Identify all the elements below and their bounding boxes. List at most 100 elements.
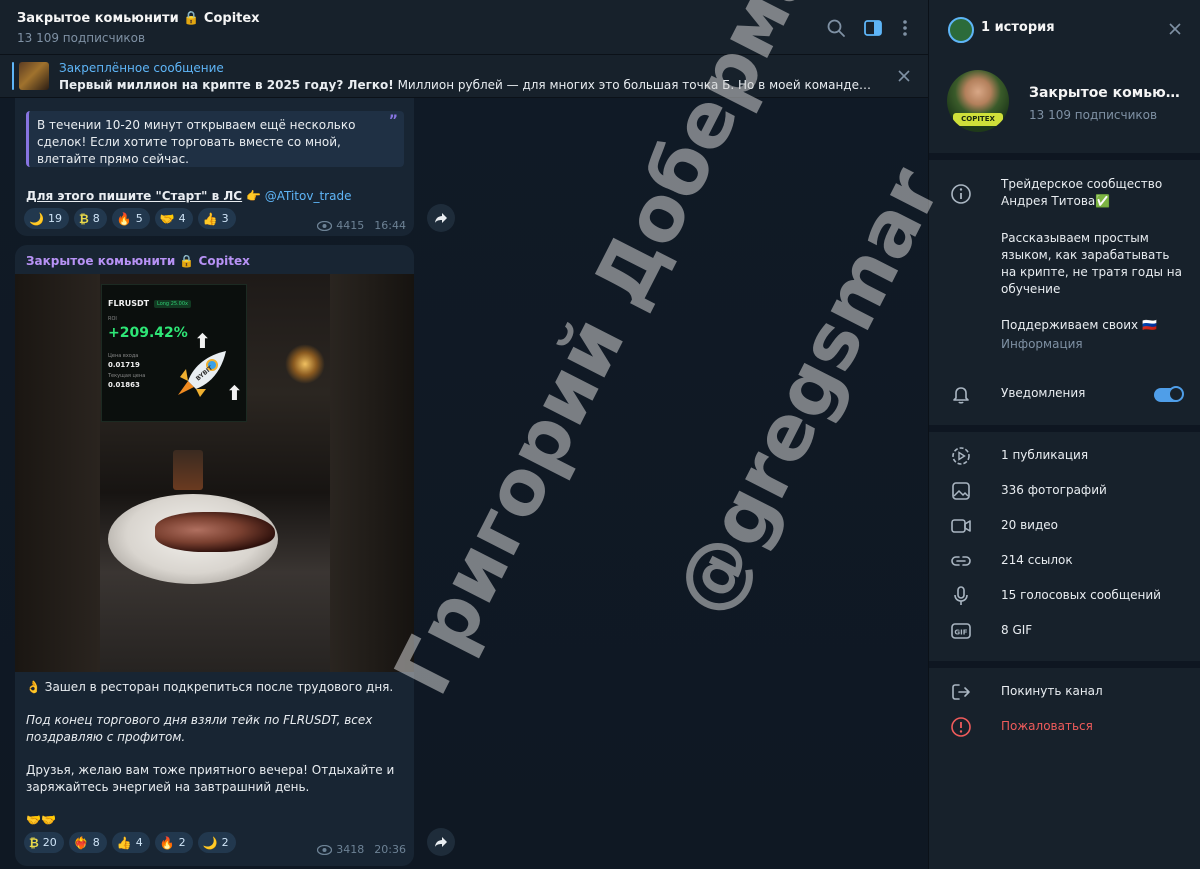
pinned-thumbnail — [19, 62, 49, 90]
channel-avatar[interactable]: COPITEX — [947, 70, 1009, 132]
pinned-text: Первый миллион на крипте в 2025 году? Ле… — [59, 78, 871, 92]
handshake-emoji-line: 🤝🤝 — [26, 813, 56, 827]
channel-info-panel: 1 история COPITEX Закрытое комьюнити 🔒 C… — [928, 0, 1200, 869]
reaction-fire[interactable]: 🔥 2 — [154, 832, 193, 853]
stat-row-gif[interactable]: GIF 8 GIF — [929, 614, 1200, 648]
message-cta: Для этого пишите "Старт" в ЛС 👉 @ATitov_… — [26, 189, 351, 203]
current-label: Текущая цена — [108, 373, 146, 379]
message-author[interactable]: Закрытое комьюнити 🔒 Copitex — [26, 254, 250, 268]
bell-icon — [950, 383, 972, 405]
reaction-count: 4 — [135, 836, 143, 849]
message-meta: 4415 16:44 — [317, 219, 406, 232]
handshake-icon: 🤝 — [159, 211, 175, 226]
microphone-icon — [950, 585, 972, 607]
reaction-thumbs-up[interactable]: 👍 4 — [111, 832, 150, 853]
sidebar-toggle-icon[interactable] — [863, 18, 883, 38]
stat-label: 8 GIF — [1001, 623, 1033, 637]
reaction-count: 3 — [221, 212, 229, 225]
notifications-toggle[interactable] — [1154, 386, 1184, 402]
report-icon — [950, 716, 972, 738]
stat-row-videos[interactable]: 20 видео — [929, 509, 1200, 543]
thumbs-up-icon: 👍 — [116, 835, 132, 850]
message-photo[interactable]: FLRUSDT Long 25.00x ROI +209.42% Цена вх… — [15, 274, 414, 672]
stat-row-voice[interactable]: 15 голосовых сообщений — [929, 579, 1200, 613]
wine-glass — [173, 450, 203, 490]
fire-icon: 🔥 — [116, 211, 132, 226]
svg-text:GIF: GIF — [954, 629, 967, 637]
message-text-paragraph: Друзья, желаю вам тоже приятного вечера!… — [26, 763, 395, 794]
pointing-icon: 👉 — [245, 189, 261, 203]
story-icon[interactable] — [948, 17, 974, 43]
message-bubble[interactable]: Закрытое комьюнити 🔒 Copitex FLRUSDT Lon… — [15, 245, 414, 866]
photo-icon — [950, 480, 972, 502]
roi-value: +209.42% — [108, 325, 188, 341]
logout-icon — [950, 681, 972, 703]
chat-title[interactable]: Закрытое комьюнити 🔒 Copitex — [17, 11, 260, 26]
close-icon[interactable] — [1168, 21, 1182, 35]
stat-row-photos[interactable]: 336 фотографий — [929, 474, 1200, 508]
chat-subscribers: 13 109 подписчиков — [17, 31, 146, 45]
leave-channel-row[interactable]: Покинуть канал — [929, 675, 1200, 709]
stories-icon — [950, 445, 972, 467]
reaction-fire[interactable]: 🔥 5 — [111, 208, 150, 229]
entry-price: 0.01719 — [108, 361, 140, 369]
reactions-bar: ₿ 20 ❤️‍🔥 8 👍 4 🔥 2 🌙 2 — [24, 832, 236, 853]
channel-description: Трейдерское сообщество Андрея Титова✅ — [1001, 177, 1163, 208]
pinned-label: Закреплённое сообщение — [59, 61, 224, 75]
cta-text: Для этого пишите "Старт" в ЛС — [26, 189, 243, 203]
forward-icon — [435, 837, 447, 847]
heart-on-fire-icon: ❤️‍🔥 — [73, 835, 89, 850]
channel-name: Закрытое комьюнити 🔒 Copitex — [1029, 85, 1185, 101]
chat-header[interactable]: Закрытое комьюнити 🔒 Copitex 13 109 подп… — [0, 0, 928, 55]
trade-tag: Long 25.00x — [154, 300, 191, 308]
message-italic-text: Под конец торгового дня взяли тейк по FL… — [26, 713, 373, 744]
stat-label: 15 голосовых сообщений — [1001, 588, 1161, 602]
stat-row-links[interactable]: 214 ссылок — [929, 544, 1200, 578]
section-divider — [929, 425, 1200, 432]
message-text-line: 👌 Зашел в ресторан подкрепиться после тр… — [26, 680, 394, 694]
pinned-message[interactable]: Закреплённое сообщение Первый миллион на… — [0, 55, 928, 98]
reaction-count: 5 — [135, 212, 143, 225]
search-icon[interactable] — [826, 18, 846, 38]
reaction-moon[interactable]: 🌙 2 — [197, 832, 236, 853]
reaction-bitcoin[interactable]: ₿ 8 — [73, 208, 107, 229]
message-meta: 3418 20:36 — [317, 843, 406, 856]
info-icon — [950, 183, 972, 205]
current-price: 0.01863 — [108, 381, 140, 389]
close-icon[interactable] — [897, 68, 911, 82]
reaction-count: 2 — [178, 836, 186, 849]
trade-screenshot: FLRUSDT Long 25.00x ROI +209.42% Цена вх… — [101, 284, 247, 422]
reactions-bar: 🌙 19 ₿ 8 🔥 5 🤝 4 👍 3 — [24, 208, 236, 229]
stat-row-publications[interactable]: 1 публикация — [929, 439, 1200, 473]
moon-icon: 🌙 — [29, 211, 44, 226]
avatar-badge: COPITEX — [953, 113, 1003, 126]
stories-title[interactable]: 1 история — [981, 20, 1055, 35]
bitcoin-icon: ₿ — [29, 835, 39, 850]
reaction-moon[interactable]: 🌙 19 — [24, 208, 69, 229]
forward-button[interactable] — [427, 828, 455, 856]
roi-label: ROI — [108, 316, 117, 322]
section-divider — [929, 153, 1200, 160]
forward-button[interactable] — [427, 204, 455, 232]
channel-description: Поддерживаем своих 🇷🇺 — [1001, 318, 1157, 332]
report-row[interactable]: Пожаловаться — [929, 710, 1200, 744]
username-link[interactable]: @ATitov_trade — [265, 189, 352, 203]
reaction-heart-fire[interactable]: ❤️‍🔥 8 — [68, 832, 107, 853]
message-bubble[interactable]: В течении 10-20 минут открываем ещё неск… — [15, 97, 414, 236]
reaction-count: 2 — [221, 836, 229, 849]
thumbs-up-icon: 👍 — [202, 211, 218, 226]
notifications-row[interactable]: Уведомления — [929, 377, 1200, 411]
photo-blur-left — [15, 274, 100, 672]
reaction-bitcoin[interactable]: ₿ 20 — [24, 832, 64, 853]
pinned-bold-text: Первый миллион на крипте в 2025 году? Ле… — [59, 78, 394, 92]
reaction-thumbs-up[interactable]: 👍 3 — [197, 208, 236, 229]
link-icon — [950, 550, 972, 572]
views-icon — [317, 220, 333, 231]
channel-subscribers: 13 109 подписчиков — [1029, 108, 1158, 122]
entry-label: Цена входа — [108, 353, 139, 359]
reaction-handshake[interactable]: 🤝 4 — [154, 208, 193, 229]
reaction-count: 20 — [42, 836, 57, 849]
views-count: 3418 — [336, 843, 365, 856]
more-options-icon[interactable] — [895, 18, 915, 38]
chandelier-light — [285, 344, 325, 384]
